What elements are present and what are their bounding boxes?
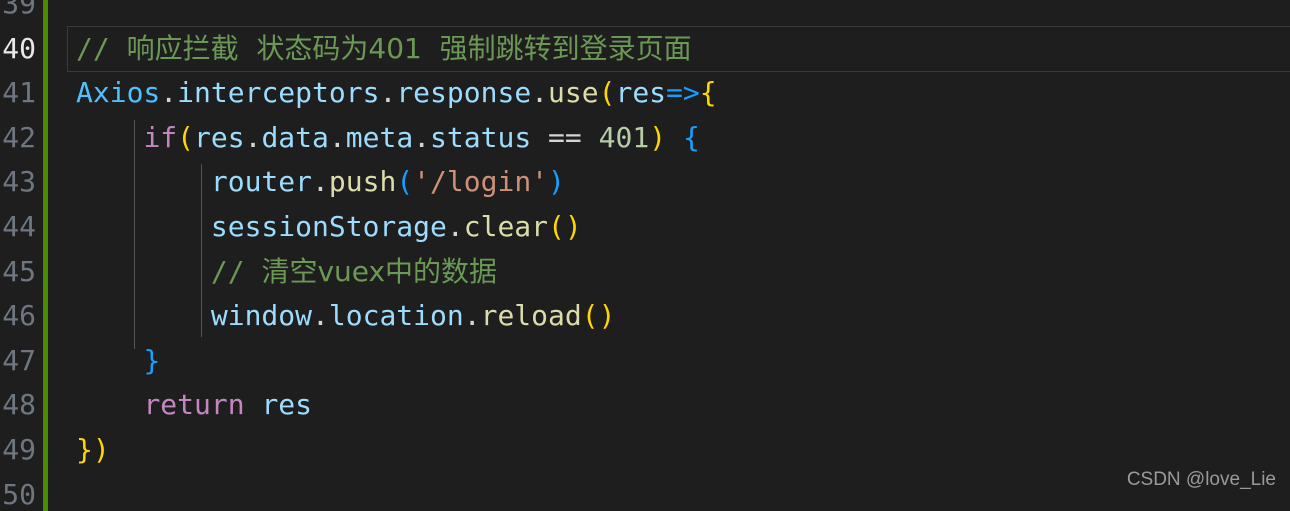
token: reload <box>480 299 582 333</box>
token: response <box>396 76 532 110</box>
code-content[interactable]: // 响应拦截 状态码为401 强制跳转到登录页面 Axios.intercept… <box>48 0 1290 511</box>
token: . <box>328 120 346 154</box>
token: ( <box>396 165 414 199</box>
code-line-text: }) <box>76 428 110 473</box>
code-line-44[interactable]: sessionStorage.clear() <box>48 205 1290 250</box>
token: . <box>463 299 481 333</box>
token: res <box>261 388 313 422</box>
token: 清空vuex中的数据 <box>261 254 498 288</box>
line-number-42[interactable]: 42 <box>0 116 36 161</box>
code-line-text: // 清空vuex中的数据 <box>76 250 497 295</box>
line-number-50[interactable]: 50 <box>0 473 36 511</box>
code-line-50[interactable] <box>48 473 1290 511</box>
git-modified-indicator[interactable] <box>43 0 48 511</box>
token: { <box>699 76 717 110</box>
token: status <box>430 120 532 154</box>
token: . <box>312 165 329 199</box>
code-line-48[interactable]: return res <box>48 383 1290 428</box>
line-number-47[interactable]: 47 <box>0 339 36 384</box>
code-line-text: router.push('/login') <box>76 160 565 205</box>
token: . <box>446 210 464 243</box>
token: ) <box>92 433 110 466</box>
token: . <box>413 120 431 154</box>
code-line-39[interactable] <box>48 0 1290 27</box>
token: window <box>210 299 313 333</box>
token: 401 <box>598 120 650 154</box>
line-number-40[interactable]: 40 <box>0 27 36 72</box>
line-number-48[interactable]: 48 <box>0 383 36 428</box>
token: if <box>143 120 178 154</box>
token: 响应拦截 状态码为401 强制跳转到登录页面 <box>126 31 692 65</box>
token: router <box>210 165 313 199</box>
token: '/login' <box>413 165 549 199</box>
token: . <box>379 76 397 110</box>
token: meta <box>345 120 414 154</box>
token: } <box>76 433 93 466</box>
token: use <box>548 76 599 110</box>
code-line-49[interactable]: }) <box>48 428 1290 473</box>
code-line-text: } <box>76 339 160 384</box>
token: // <box>210 254 262 288</box>
code-line-41[interactable]: Axios.interceptors.response.use(res=>{ <box>48 71 1290 116</box>
token: == <box>531 120 599 154</box>
csdn-watermark: CSDN @love_Lie <box>1126 469 1276 491</box>
line-number-43[interactable]: 43 <box>0 160 36 205</box>
token: return <box>143 388 245 422</box>
line-number-45[interactable]: 45 <box>0 250 36 295</box>
token: ) <box>548 165 565 199</box>
line-number-39[interactable]: 39 <box>0 0 36 27</box>
code-line-46[interactable]: window.location.reload() <box>48 294 1290 339</box>
token: () <box>548 210 582 243</box>
token: clear <box>463 210 549 243</box>
token: res <box>194 120 245 154</box>
line-number-49[interactable]: 49 <box>0 428 36 473</box>
code-line-text: return res <box>76 383 312 428</box>
token: // <box>76 31 127 65</box>
token: => <box>666 76 700 110</box>
token: interceptors <box>177 76 380 110</box>
code-line-text: Axios.interceptors.response.use(res=>{ <box>76 71 717 116</box>
line-number-46[interactable]: 46 <box>0 294 36 339</box>
line-number-44[interactable]: 44 <box>0 205 36 250</box>
code-line-43[interactable]: router.push('/login') <box>48 160 1290 205</box>
token: } <box>143 343 161 377</box>
token: () <box>581 299 616 333</box>
token: . <box>160 76 178 110</box>
code-line-42[interactable]: if(res.data.meta.status == 401) { <box>48 116 1290 161</box>
token: Axios <box>76 76 161 110</box>
token: . <box>312 299 329 333</box>
token: sessionStorage <box>210 210 447 243</box>
code-line-text: window.location.reload() <box>76 294 616 339</box>
token: ( <box>177 120 195 154</box>
editor-gutter[interactable]: 39 40 41 42 43 44 45 46 47 48 49 50 <box>0 0 43 511</box>
code-editor[interactable]: 39 40 41 42 43 44 45 46 47 48 49 50 // 响应拦截 状态码为401… <box>0 0 1290 511</box>
token: res <box>615 76 667 110</box>
code-line-45[interactable]: // 清空vuex中的数据 <box>48 250 1290 295</box>
token: . <box>244 120 262 154</box>
token: { <box>682 120 700 154</box>
token: push <box>328 165 397 199</box>
token: location <box>328 299 464 333</box>
code-line-text: // 响应拦截 状态码为401 强制跳转到登录页面 <box>76 27 692 72</box>
code-line-47[interactable]: } <box>48 339 1290 384</box>
code-line-text: if(res.data.meta.status == 401) { <box>76 116 700 161</box>
token: data <box>261 120 329 154</box>
token: ( <box>598 76 616 110</box>
line-number-41[interactable]: 41 <box>0 71 36 116</box>
code-line-40[interactable]: // 响应拦截 状态码为401 强制跳转到登录页面 <box>48 27 1290 72</box>
token: ) <box>649 120 667 154</box>
token: . <box>531 76 549 110</box>
code-line-text: sessionStorage.clear() <box>76 205 582 250</box>
